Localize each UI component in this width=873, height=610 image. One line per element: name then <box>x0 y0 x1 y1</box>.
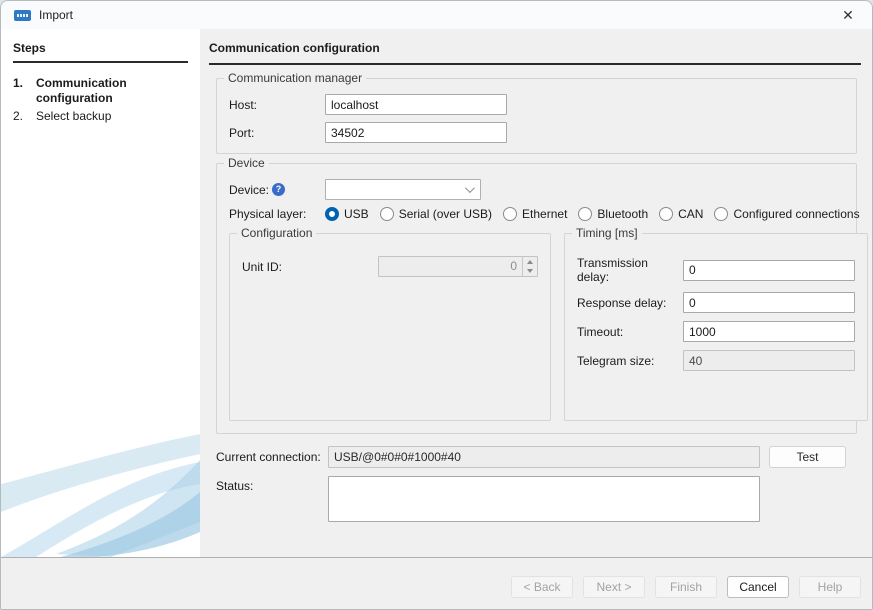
telegram-size-label: Telegram size: <box>577 354 683 368</box>
unit-id-stepper: 0 <box>378 256 538 277</box>
radio-circle-icon <box>503 207 517 221</box>
port-label: Port: <box>229 126 325 140</box>
chevron-down-icon <box>465 183 475 193</box>
radio-circle-icon <box>325 207 339 221</box>
current-connection-label: Current connection: <box>216 450 328 464</box>
help-button[interactable]: Help <box>799 576 861 598</box>
radio-label: Serial (over USB) <box>399 207 492 221</box>
radio-circle-icon <box>714 207 728 221</box>
steps-sidebar: Steps 1. Communication configuration 2. … <box>1 29 200 557</box>
status-label: Status: <box>216 476 328 493</box>
test-button[interactable]: Test <box>769 446 846 468</box>
close-icon[interactable]: ✕ <box>837 4 859 26</box>
title-bar: Import ✕ <box>1 1 872 29</box>
decorative-swoosh <box>1 432 200 557</box>
host-input[interactable] <box>325 94 507 115</box>
radio-label: Ethernet <box>522 207 567 221</box>
import-dialog-window: Import ✕ Steps 1. Communication configur… <box>0 0 873 610</box>
current-connection-row: Current connection: Test <box>216 446 857 468</box>
spinner-down-icon[interactable] <box>523 267 537 277</box>
cancel-button[interactable]: Cancel <box>727 576 789 598</box>
step-number: 1. <box>13 76 36 106</box>
physical-layer-label: Physical layer: <box>229 207 325 221</box>
radio-usb[interactable]: USB <box>325 207 369 221</box>
help-icon[interactable] <box>272 183 285 196</box>
group-legend: Configuration <box>237 226 316 240</box>
response-delay-label: Response delay: <box>577 296 683 310</box>
radio-label: USB <box>344 207 369 221</box>
steps-heading: Steps <box>13 41 188 63</box>
group-legend: Communication manager <box>224 71 366 85</box>
step-number: 2. <box>13 109 36 124</box>
radio-ethernet[interactable]: Ethernet <box>503 207 567 221</box>
radio-label: CAN <box>678 207 703 221</box>
status-row: Status: <box>216 476 857 522</box>
transmission-delay-input[interactable] <box>683 260 855 281</box>
communication-manager-group: Communication manager Host: Port: <box>216 78 857 154</box>
group-legend: Device <box>224 156 269 170</box>
radio-label: Bluetooth <box>597 207 648 221</box>
unit-id-label: Unit ID: <box>242 260 378 274</box>
wizard-button-bar: < Back Next > Finish Cancel Help <box>1 557 872 609</box>
finish-button[interactable]: Finish <box>655 576 717 598</box>
timing-group: Timing [ms] Transmission delay: Response… <box>564 233 868 421</box>
step-label: Communication configuration <box>36 76 188 106</box>
radio-serial-over-usb[interactable]: Serial (over USB) <box>380 207 492 221</box>
radio-circle-icon <box>578 207 592 221</box>
response-delay-input[interactable] <box>683 292 855 313</box>
device-group: Device Device: Physical layer: <box>216 163 857 434</box>
radio-label: Configured connections <box>733 207 859 221</box>
transmission-delay-label: Transmission delay: <box>577 256 683 284</box>
status-textarea[interactable] <box>328 476 760 522</box>
step-item-select-backup[interactable]: 2. Select backup <box>13 109 188 124</box>
spinner-up-icon[interactable] <box>523 257 537 267</box>
app-logo-icon <box>14 10 31 21</box>
configuration-group: Configuration Unit ID: 0 <box>229 233 551 421</box>
steps-list: 1. Communication configuration 2. Select… <box>13 76 188 124</box>
group-legend: Timing [ms] <box>572 226 642 240</box>
page-title: Communication configuration <box>209 41 861 65</box>
unit-id-value: 0 <box>379 257 522 276</box>
back-button[interactable]: < Back <box>511 576 573 598</box>
window-title: Import <box>39 8 73 22</box>
main-panel: Communication configuration Communicatio… <box>200 29 872 557</box>
radio-circle-icon <box>380 207 394 221</box>
device-dropdown[interactable] <box>325 179 481 200</box>
port-input[interactable] <box>325 122 507 143</box>
host-label: Host: <box>229 98 325 112</box>
step-label: Select backup <box>36 109 188 124</box>
device-label: Device: <box>229 183 269 197</box>
radio-bluetooth[interactable]: Bluetooth <box>578 207 648 221</box>
radio-configured-connections[interactable]: Configured connections <box>714 207 859 221</box>
step-item-communication-configuration[interactable]: 1. Communication configuration <box>13 76 188 106</box>
timeout-label: Timeout: <box>577 325 683 339</box>
timeout-input[interactable] <box>683 321 855 342</box>
radio-circle-icon <box>659 207 673 221</box>
next-button[interactable]: Next > <box>583 576 645 598</box>
current-connection-input <box>328 446 760 468</box>
radio-can[interactable]: CAN <box>659 207 703 221</box>
physical-layer-radio-group: USB Serial (over USB) Ethernet Blue <box>325 207 860 221</box>
telegram-size-input <box>683 350 855 371</box>
